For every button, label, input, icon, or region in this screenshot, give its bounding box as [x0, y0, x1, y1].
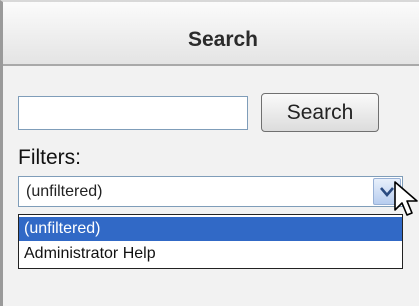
filter-dropdown-list: (unfiltered) Administrator Help	[18, 214, 403, 269]
filter-option-administrator-help[interactable]: Administrator Help	[19, 242, 402, 266]
filter-select-value: (unfiltered)	[26, 183, 103, 200]
search-input[interactable]	[18, 96, 248, 130]
filters-label: Filters:	[18, 146, 81, 169]
panel-title: Search	[187, 28, 259, 51]
filter-select[interactable]: (unfiltered)	[18, 176, 403, 207]
search-panel: Search Search Filters: (unfiltered) (unf…	[0, 0, 419, 306]
search-button[interactable]: Search	[261, 93, 379, 132]
panel-header: Search	[3, 2, 419, 66]
filter-option-unfiltered[interactable]: (unfiltered)	[19, 217, 402, 241]
mouse-pointer-icon	[394, 181, 418, 216]
